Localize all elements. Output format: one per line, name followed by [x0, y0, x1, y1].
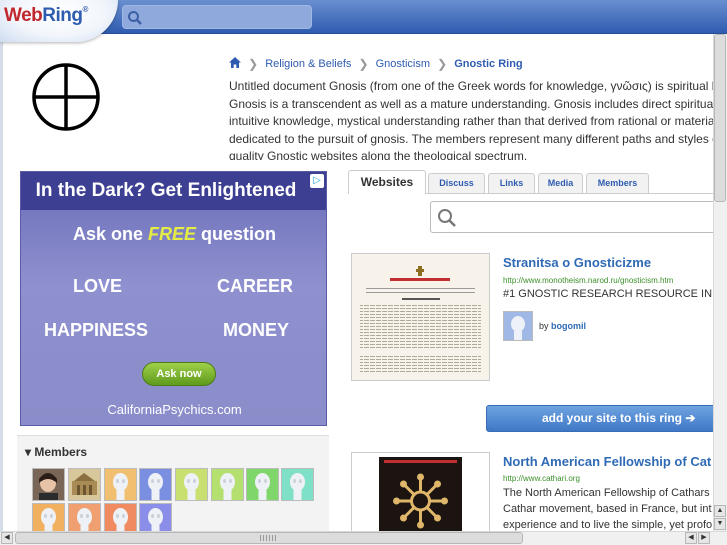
chevron-right-icon: ❯: [437, 57, 448, 71]
scroll-right-arrow-icon[interactable]: ▶: [698, 532, 710, 544]
site-listing: North American Fellowship of Cat http://…: [351, 452, 727, 534]
member-avatar[interactable]: [175, 468, 208, 501]
site-description: #1 GNOSTIC RESEARCH RESOURCE IN: [503, 288, 713, 300]
ring-description: Untitled document Gnosis (from one of th…: [229, 78, 719, 160]
ring-emblem-sun-cross: [32, 63, 100, 131]
search-icon: [438, 209, 456, 227]
triangle-down-icon: ▾: [25, 445, 32, 459]
logo-web-text: Web: [4, 5, 43, 26]
ad-ask-now-button[interactable]: Ask now: [142, 362, 216, 386]
scroll-up-arrow-icon[interactable]: ▲: [714, 505, 726, 517]
description-line: Untitled document Gnosis (from one of th…: [229, 79, 718, 93]
description-line: intuitive knowledge, mystical understand…: [229, 114, 718, 128]
breadcrumb-religion-beliefs[interactable]: Religion & Beliefs: [265, 58, 351, 70]
scroll-left-arrow-icon[interactable]: ◀: [1, 532, 13, 544]
ad-ask-free: FREE: [148, 224, 197, 244]
breadcrumb-gnosticism[interactable]: Gnosticism: [376, 58, 430, 70]
chevron-right-icon: ❯: [358, 57, 369, 71]
member-avatar[interactable]: [211, 468, 244, 501]
tab-discuss[interactable]: Discuss: [428, 173, 485, 193]
scrollbar-grip: [260, 535, 278, 541]
owner-prefix: by: [539, 321, 549, 331]
webring-page: WebRing® ❯ Religion & Beliefs ❯ Gnostici…: [0, 0, 727, 545]
site-description: The North American Fellowship of Cathars: [503, 487, 710, 499]
site-title-link[interactable]: Stranitsa o Gnosticizme: [503, 255, 651, 270]
ad-choices-icon[interactable]: ▷: [310, 174, 324, 188]
ad-word-love: LOVE: [73, 276, 123, 296]
chevron-right-icon: ❯: [248, 57, 259, 71]
site-screenshot-image: [352, 453, 489, 533]
ad-ask-suffix: question: [201, 224, 277, 244]
search-icon: [128, 11, 142, 25]
frame-edge: [0, 34, 3, 531]
site-description: Cathar movement, based in France, but in…: [503, 503, 712, 515]
member-avatar[interactable]: [32, 468, 65, 501]
ring-search-input[interactable]: [430, 201, 727, 233]
ad-ask-prefix: Ask one: [72, 224, 143, 244]
member-avatar[interactable]: [246, 468, 279, 501]
member-avatar[interactable]: [139, 468, 172, 501]
site-thumbnail[interactable]: [351, 452, 490, 534]
tab-links[interactable]: Links: [488, 173, 535, 193]
ad-footer-link[interactable]: CaliforniaPsychics.com: [21, 402, 326, 417]
site-screenshot-image: [352, 254, 489, 380]
members-heading: Members: [34, 445, 88, 459]
ad-word-happiness: HAPPINESS: [44, 320, 149, 340]
site-url-link[interactable]: http://www.monotheism.narod.ru/gnosticis…: [503, 276, 673, 285]
home-icon[interactable]: [229, 57, 241, 71]
header-search-input[interactable]: [122, 5, 312, 29]
site-url-link[interactable]: http://www.cathari.org: [503, 474, 580, 483]
site-thumbnail[interactable]: [351, 253, 490, 381]
member-avatar[interactable]: [281, 468, 314, 501]
logo-ring-text: Ring: [42, 5, 83, 26]
tab-members[interactable]: Members: [586, 173, 649, 193]
breadcrumb: ❯ Religion & Beliefs ❯ Gnosticism ❯ Gnos…: [229, 57, 523, 73]
ad-title: In the Dark? Get Enlightened: [35, 180, 297, 201]
member-avatar[interactable]: [68, 468, 101, 501]
description-line: Gnosis is a transcendent as well as a ma…: [229, 96, 719, 111]
psychic-advertisement[interactable]: In the Dark? Get Enlightened ▷ Ask one F…: [20, 171, 327, 426]
ad-ask-question: Ask one FREE question: [21, 224, 326, 245]
ad-word-career: CAREER: [217, 276, 294, 296]
logo-registered-mark: ®: [82, 5, 88, 14]
description-line: dedicated to the pursuit of gnosis. The …: [229, 131, 719, 146]
site-title-link[interactable]: North American Fellowship of Cat: [503, 454, 711, 469]
site-listing: Stranitsa o Gnosticizme http://www.monot…: [351, 253, 727, 383]
tab-websites[interactable]: Websites: [348, 170, 426, 194]
tab-media[interactable]: Media: [538, 173, 583, 193]
vertical-scrollbar-thumb[interactable]: [714, 34, 726, 202]
breadcrumb-current-ring[interactable]: Gnostic Ring: [454, 58, 522, 70]
webring-logo[interactable]: WebRing®: [0, 0, 118, 42]
scroll-down-arrow-icon[interactable]: ▼: [714, 518, 726, 530]
member-avatar[interactable]: [104, 468, 137, 501]
site-owner: by bogomil: [539, 321, 586, 331]
members-toggle[interactable]: ▾ Members: [25, 445, 87, 459]
add-site-button[interactable]: add your site to this ring ➔: [486, 405, 727, 432]
scroll-left-arrow-icon[interactable]: ◀: [685, 532, 697, 544]
description-line: quality Gnostic websites along the theol…: [229, 149, 528, 160]
owner-name-link[interactable]: bogomil: [551, 321, 586, 331]
ad-word-money: MONEY: [223, 320, 290, 340]
owner-avatar[interactable]: [503, 311, 533, 341]
